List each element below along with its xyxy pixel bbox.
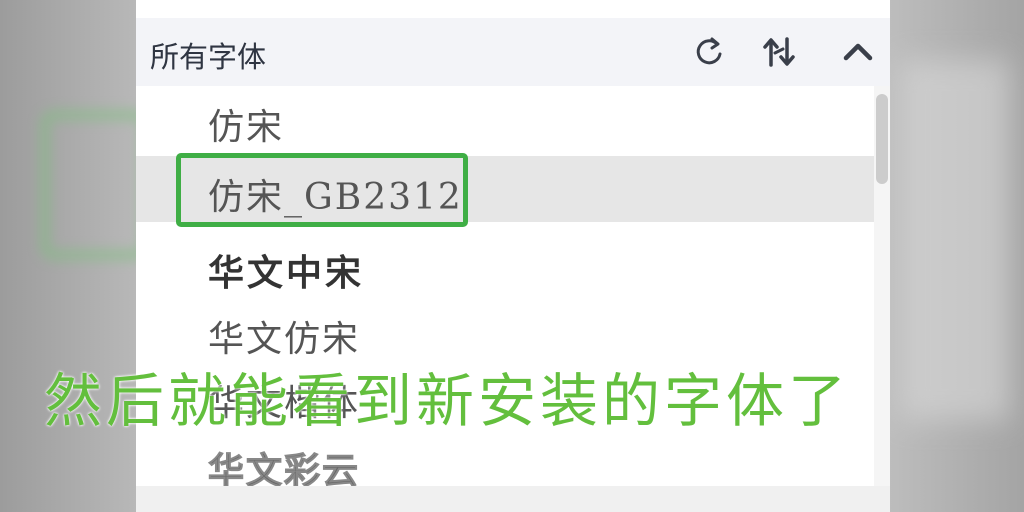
font-item[interactable]: 华文中宋 bbox=[136, 232, 874, 298]
panel-footer bbox=[136, 486, 890, 512]
panel-top-strip bbox=[136, 0, 890, 18]
sort-icon[interactable] bbox=[760, 32, 800, 72]
chevron-up-icon[interactable] bbox=[838, 32, 878, 72]
scrollbar-thumb[interactable] bbox=[876, 94, 888, 184]
refresh-icon[interactable] bbox=[690, 32, 730, 72]
font-item-label: 华文彩云 bbox=[207, 450, 361, 487]
video-subtitle: 然后就能看到新安装的字体了 bbox=[44, 367, 851, 435]
selection-highlight-box bbox=[176, 153, 468, 227]
font-item-label: 仿宋 bbox=[208, 107, 285, 148]
font-item[interactable]: 仿宋 bbox=[136, 86, 874, 152]
font-section-header[interactable]: 所有字体 bbox=[136, 18, 890, 86]
blurred-highlight-ghost bbox=[40, 110, 150, 260]
section-title: 所有字体 bbox=[150, 40, 267, 74]
font-item-label: 华文中宋 bbox=[208, 253, 365, 294]
font-item[interactable]: 华文彩云 bbox=[136, 430, 874, 487]
